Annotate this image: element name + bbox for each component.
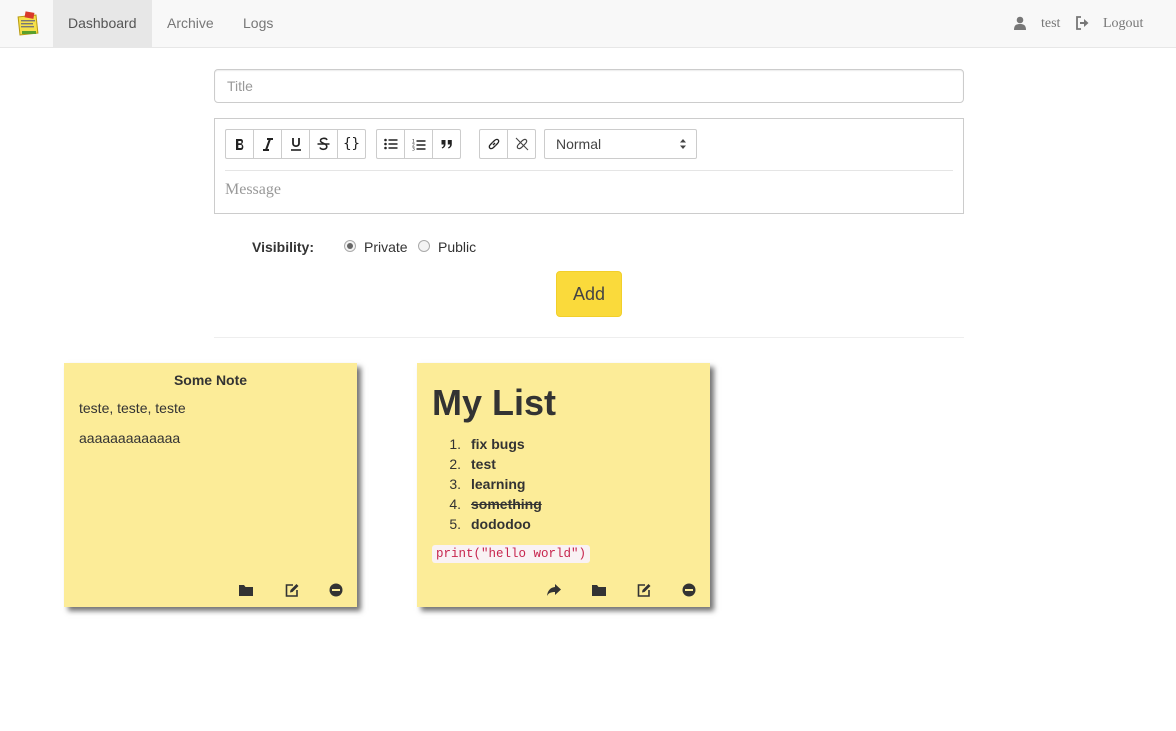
add-button[interactable]: Add: [556, 271, 622, 317]
bold-icon: [235, 138, 243, 150]
heading-format-select[interactable]: Normal: [544, 129, 697, 159]
public-label: Public: [438, 239, 477, 255]
message-input[interactable]: Message: [225, 181, 281, 199]
code-block-button[interactable]: {}: [337, 129, 366, 159]
note-heading: My List: [432, 382, 557, 423]
archive-icon[interactable]: [591, 582, 607, 598]
editor-divider: [225, 170, 953, 171]
note-paragraph: aaaaaaaaaaaaa: [79, 430, 181, 446]
ordered-list-button[interactable]: 123: [404, 129, 433, 159]
link-button[interactable]: [479, 129, 508, 159]
format-group: {}: [225, 129, 366, 159]
logout-icon: [1076, 16, 1089, 30]
unlink-button[interactable]: [507, 129, 536, 159]
logout-label: Logout: [1103, 16, 1144, 31]
tab-archive[interactable]: Archive: [152, 0, 229, 47]
archive-icon[interactable]: [238, 582, 254, 598]
private-radio[interactable]: [344, 240, 356, 252]
strikethrough-button[interactable]: [309, 129, 338, 159]
edit-icon[interactable]: [636, 582, 652, 598]
blockquote-button[interactable]: [432, 129, 461, 159]
inline-code: print("hello world"): [432, 545, 591, 563]
note-card: My List 1. fix bugs 2. test 3. learning 4. s…: [417, 363, 710, 607]
quote-icon: [441, 140, 452, 149]
message-editor: {} 123 Normal Message: [214, 118, 964, 214]
private-label: Private: [364, 239, 408, 255]
title-input[interactable]: [214, 69, 964, 103]
public-radio[interactable]: [418, 240, 430, 252]
underline-icon: [290, 138, 301, 151]
tab-logs[interactable]: Logs: [228, 0, 288, 47]
bold-button[interactable]: [225, 129, 254, 159]
logout-link[interactable]: Logout: [1075, 0, 1150, 47]
tab-dashboard[interactable]: Dashboard: [53, 0, 152, 47]
edit-icon[interactable]: [284, 582, 300, 598]
share-icon[interactable]: [546, 582, 562, 598]
delete-icon[interactable]: [681, 582, 697, 598]
italic-button[interactable]: [253, 129, 282, 159]
strikethrough-icon: [317, 137, 330, 151]
user-menu[interactable]: test: [1013, 0, 1063, 47]
bullet-list-icon: [383, 138, 397, 150]
note-title: Some Note: [173, 372, 248, 388]
visibility-label: Visibility:: [252, 239, 314, 255]
note-card: Some Note teste, teste, teste aaaaaaaaaa…: [64, 363, 357, 607]
italic-icon: [262, 137, 273, 151]
code-block-icon: {}: [343, 136, 360, 152]
divider: [214, 337, 964, 338]
svg-text:3: 3: [412, 146, 415, 151]
delete-icon[interactable]: [328, 582, 344, 598]
link-icon: [488, 138, 499, 150]
select-arrows-icon: [680, 139, 686, 149]
underline-button[interactable]: [281, 129, 310, 159]
navbar: Dashboard Archive Logs test Logout: [0, 0, 1176, 48]
unlink-icon: [515, 137, 528, 151]
link-group: [479, 129, 536, 159]
bullet-list-button[interactable]: [376, 129, 405, 159]
notes-logo-icon[interactable]: [17, 11, 41, 37]
heading-format-value: Normal: [556, 136, 602, 152]
note-paragraph: teste, teste, teste: [79, 400, 186, 416]
list-group: 123: [376, 129, 461, 159]
user-name: test: [1041, 16, 1061, 31]
ordered-list-icon: 123: [412, 138, 425, 151]
user-icon: [1014, 16, 1026, 30]
